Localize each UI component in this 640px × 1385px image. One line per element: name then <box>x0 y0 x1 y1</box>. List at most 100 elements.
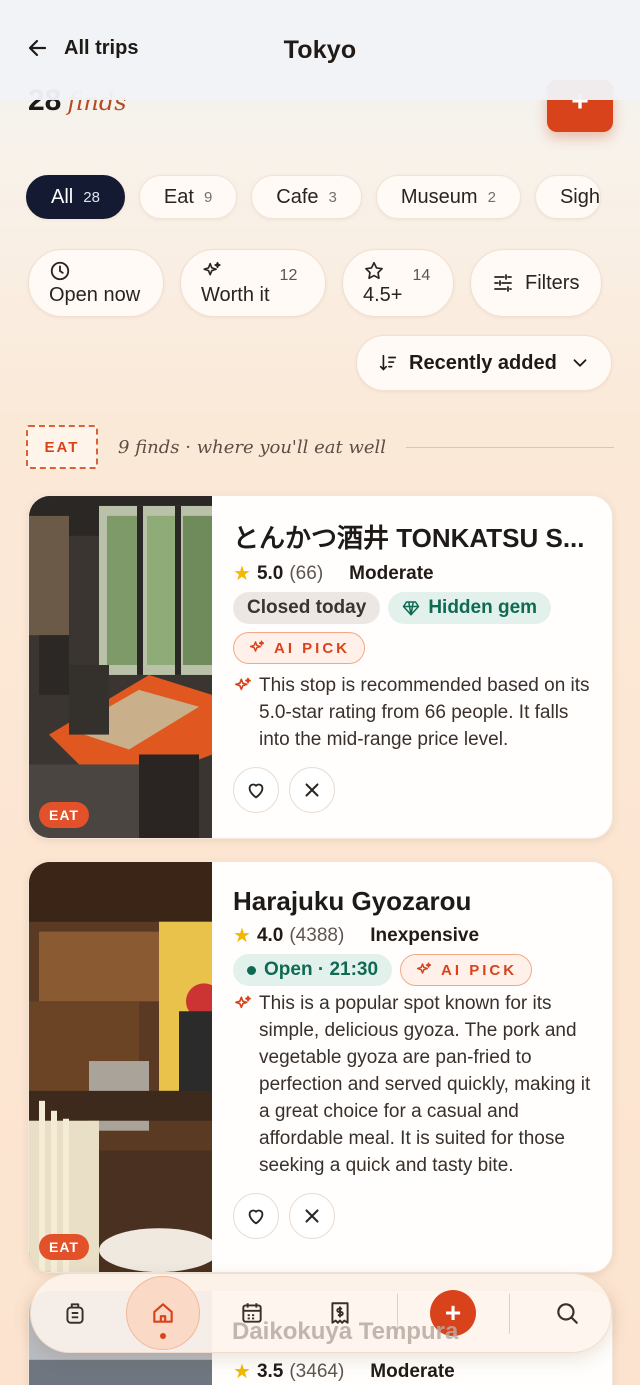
status-badge: Closed today <box>233 592 381 624</box>
section-header: EAT 9 finds · where you'll eat well <box>26 425 614 469</box>
search-icon <box>557 1303 578 1324</box>
gem-icon <box>403 601 420 616</box>
place-photo <box>29 496 212 838</box>
chip-count: 2 <box>487 188 496 206</box>
sparkles-icon <box>416 962 432 974</box>
open-dot <box>247 965 256 975</box>
luggage-icon <box>66 1303 84 1324</box>
place-meta: ★ 5.0 (66) Moderate <box>233 561 596 586</box>
badge-row: Open · 21:30 AI PICK <box>233 954 596 986</box>
card-actions <box>233 1193 596 1239</box>
section-divider <box>406 446 614 448</box>
chip-label: Cafe <box>276 185 319 208</box>
chip-count: 9 <box>203 188 213 206</box>
price-level: Moderate <box>370 1360 455 1382</box>
heart-icon <box>248 1209 264 1225</box>
worth-it-filter[interactable]: Worth it 12 <box>180 249 326 317</box>
dismiss-button[interactable] <box>289 1193 335 1239</box>
chip-museum[interactable]: Museum 2 <box>375 175 521 219</box>
sparkles-icon <box>249 640 265 652</box>
sort-icon <box>379 354 397 371</box>
card-body: ★ 3.5 (3464) Moderate <box>233 1353 596 1384</box>
ai-pick-label: AI PICK <box>274 639 351 657</box>
nav-divider <box>509 1294 510 1334</box>
place-name: Daikokuya Tempura <box>232 1318 459 1345</box>
favorite-button[interactable] <box>233 767 279 813</box>
dismiss-button[interactable] <box>289 767 335 813</box>
status-label: Open · 21:30 <box>264 959 379 980</box>
place-meta: ★ 4.0 (4388) Inexpensive <box>233 923 596 948</box>
worth-it-label: Worth it <box>201 283 270 306</box>
hidden-gem-label: Hidden gem <box>428 597 538 618</box>
description-text: This is a popular spot known for its sim… <box>259 993 591 1176</box>
rating: 5.0 <box>256 562 284 584</box>
chip-label: Sigh <box>559 185 600 208</box>
top-bar: All trips Tokyo <box>0 0 640 100</box>
open-now-filter[interactable]: Open now <box>28 249 164 317</box>
filters-button[interactable]: Filters <box>470 249 602 317</box>
hidden-gem-badge: Hidden gem <box>388 592 552 624</box>
category-tag: EAT <box>39 1234 89 1260</box>
category-tag: EAT <box>39 802 89 828</box>
ai-pick-badge: AI PICK <box>233 632 366 664</box>
section-stamp: EAT <box>26 425 98 469</box>
home-icon <box>153 1303 173 1323</box>
sparkles-icon <box>235 995 251 1009</box>
review-count: (4388) <box>289 924 345 946</box>
nav-home[interactable] <box>126 1276 200 1350</box>
category-chips: All 28 Eat 9 Cafe 3 Museum 2 Sigh <box>26 175 601 219</box>
sliders-icon <box>494 274 512 292</box>
nav-trips[interactable] <box>62 1300 88 1326</box>
place-description: This stop is recommended based on its 5.… <box>233 672 596 753</box>
star-icon: ★ <box>233 563 251 585</box>
place-card[interactable]: EAT とんかつ酒井 TONKATSU S... ★ 5.0 (66) Mode… <box>28 495 613 839</box>
star-icon: ★ <box>233 1361 251 1383</box>
chip-count: 3 <box>328 188 337 206</box>
filter-row: Open now Worth it 12 4.5+ 14 Filters <box>28 249 602 317</box>
price-level: Moderate <box>349 562 434 584</box>
chip-cafe[interactable]: Cafe 3 <box>251 175 362 219</box>
heart-icon <box>248 783 264 799</box>
rating-filter[interactable]: 4.5+ 14 <box>342 249 454 317</box>
chip-all[interactable]: All 28 <box>26 175 125 219</box>
chip-label: Eat <box>163 185 194 208</box>
star-icon: ★ <box>233 925 251 947</box>
chip-sights[interactable]: Sigh <box>534 175 601 219</box>
open-now-label: Open now <box>49 283 141 306</box>
sort-dropdown[interactable]: Recently added <box>356 335 612 391</box>
active-indicator <box>160 1333 166 1339</box>
place-meta: ★ 3.5 (3464) Moderate <box>233 1359 596 1384</box>
review-count: (3464) <box>289 1360 345 1382</box>
favorite-button[interactable] <box>233 1193 279 1239</box>
sparkles-icon <box>203 261 221 275</box>
sort-label: Recently added <box>409 351 557 374</box>
filters-label: Filters <box>525 271 580 294</box>
clock-icon <box>50 261 70 280</box>
badge-row: Closed today Hidden gem AI PICK <box>233 592 596 664</box>
place-name: とんかつ酒井 TONKATSU S... <box>233 523 585 553</box>
place-description: This is a popular spot known for its sim… <box>233 990 596 1179</box>
nav-search[interactable] <box>554 1300 580 1326</box>
place-photo <box>29 862 212 1272</box>
section-subtitle: 9 finds · where you'll eat well <box>118 436 387 458</box>
price-level: Inexpensive <box>370 924 480 946</box>
rating: 3.5 <box>256 1360 284 1382</box>
status-badge: Open · 21:30 <box>233 954 393 986</box>
chip-label: Museum <box>400 185 478 208</box>
ai-pick-label: AI PICK <box>441 961 518 979</box>
ai-pick-badge: AI PICK <box>400 954 533 986</box>
description-text: This stop is recommended based on its 5.… <box>259 675 590 750</box>
rating-count: 14 <box>412 267 431 284</box>
page-title: Tokyo <box>283 36 357 64</box>
chevron-down-icon <box>573 359 587 367</box>
chip-count: 28 <box>83 188 100 206</box>
place-name: Harajuku Gyozarou <box>233 886 472 916</box>
sparkles-icon <box>235 677 251 691</box>
worth-it-count: 12 <box>279 267 298 284</box>
rating: 4.0 <box>256 924 284 946</box>
card-body: とんかつ酒井 TONKATSU S... ★ 5.0 (66) Moderate… <box>233 518 596 813</box>
chip-eat[interactable]: Eat 9 <box>138 175 238 219</box>
card-actions <box>233 767 596 813</box>
close-icon <box>305 783 319 797</box>
place-card[interactable]: EAT Harajuku Gyozarou ★ 4.0 (4388) Inexp… <box>28 861 613 1273</box>
